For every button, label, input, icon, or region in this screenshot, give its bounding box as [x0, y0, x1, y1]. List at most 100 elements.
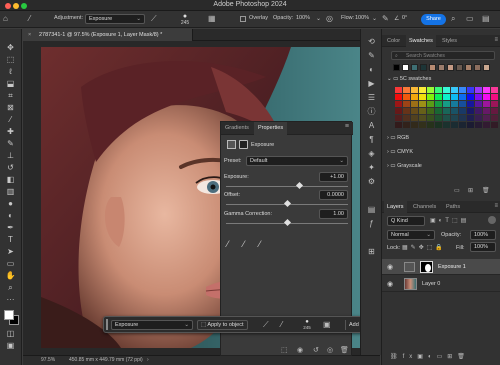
swatch-cell[interactable] [427, 115, 434, 121]
swatch-recent-7[interactable] [447, 64, 454, 71]
taskbar-mask-icon[interactable]: ▣ [323, 321, 331, 329]
taskbar-brush-icon[interactable]: ⟋ [263, 321, 269, 329]
swatch-cell[interactable] [491, 87, 498, 93]
panel-menu-icon[interactable]: ≡ [345, 123, 349, 130]
view-previous-state-icon[interactable]: ◉ [297, 346, 303, 354]
swatch-cell[interactable] [459, 94, 466, 100]
blur-tool-icon[interactable]: ● [3, 199, 18, 208]
flow-value[interactable]: 100% [355, 15, 369, 21]
taskbar-brush-mode-icon[interactable]: ⁄ [281, 321, 282, 329]
opacity-chevron-icon[interactable]: ⌄ [316, 15, 321, 23]
info-panel-icon[interactable]: ⓘ [366, 107, 377, 116]
swatch-cell[interactable] [475, 87, 482, 93]
panel-menu-icon[interactable]: ≡ [494, 203, 498, 209]
swatch-cell[interactable] [427, 122, 434, 128]
swatch-cell[interactable] [475, 108, 482, 114]
exposure-slider-thumb[interactable] [295, 181, 303, 190]
tab-gradients[interactable]: Gradients [221, 122, 253, 135]
swatch-cell[interactable] [467, 108, 474, 114]
swatch-cell[interactable] [459, 108, 466, 114]
swatch-cell[interactable] [475, 122, 482, 128]
swatch-cell[interactable] [403, 94, 410, 100]
channels-mixer-icon[interactable]: ⊞ [366, 247, 377, 256]
type-tool-icon[interactable]: T [3, 235, 18, 244]
eraser-tool-icon[interactable]: ◧ [3, 175, 18, 184]
swatch-cell[interactable] [435, 115, 442, 121]
rectangle-tool-icon[interactable]: ▭ [3, 259, 18, 268]
history-brush-tool-icon[interactable]: ↺ [3, 163, 18, 172]
swatch-grid[interactable] [395, 87, 498, 128]
swatch-cell[interactable] [395, 87, 402, 93]
swatch-cell[interactable] [475, 101, 482, 107]
swatch-recent-8[interactable] [456, 64, 463, 71]
filter-toggle[interactable] [488, 216, 496, 224]
swatch-recent-6[interactable] [438, 64, 445, 71]
swatch-cell[interactable] [491, 108, 498, 114]
swatch-cell[interactable] [411, 115, 418, 121]
swatch-folder-rgb[interactable]: › ▭ RGB [387, 133, 497, 144]
taskbar-brush-size[interactable]: ● 245 [300, 319, 314, 330]
new-group-icon[interactable]: ▭ [454, 187, 460, 194]
paragraph-panel-icon[interactable]: ¶ [366, 135, 377, 144]
swatch-cell[interactable] [427, 94, 434, 100]
swatches-search-field[interactable]: ⌕ Search Swatches [391, 51, 495, 60]
swatch-cell[interactable] [491, 101, 498, 107]
tab-layers[interactable]: Layers [384, 201, 407, 213]
gradient-tool-icon[interactable]: ▥ [3, 187, 18, 196]
layer-name[interactable]: Layer 0 [422, 281, 440, 287]
swatch-cell[interactable] [419, 101, 426, 107]
pen-tool-icon[interactable]: ✒ [3, 223, 18, 232]
swatch-cell[interactable] [491, 115, 498, 121]
document-tab[interactable]: × 2787341-1 @ 97.5% (Exposure 1, Layer M… [23, 29, 193, 41]
gray-point-eyedropper-icon[interactable]: ⁄ [243, 239, 245, 249]
glyphs-panel-icon[interactable]: ƒ [366, 219, 377, 228]
swatch-cell[interactable] [467, 101, 474, 107]
swatch-cell[interactable] [403, 115, 410, 121]
layer-name[interactable]: Exposure 1 [438, 264, 466, 270]
search-icon[interactable]: ⌕ [451, 15, 455, 23]
layer-comps-icon[interactable]: ▤ [366, 205, 377, 214]
exposure-slider-track[interactable] [226, 186, 348, 187]
object-selection-tool-icon[interactable]: ⬓ [3, 79, 18, 88]
swatch-cell[interactable] [451, 115, 458, 121]
close-tab-icon[interactable]: × [28, 29, 31, 41]
swatch-cell[interactable] [435, 122, 442, 128]
exposure-input[interactable]: +1.00 [319, 172, 348, 182]
apply-to-object-button[interactable]: ⬚ Apply to object [197, 320, 248, 330]
swatch-cell[interactable] [451, 122, 458, 128]
swatch-cell[interactable] [483, 101, 490, 107]
delete-icon[interactable]: 🗑 [340, 346, 349, 354]
swatch-cell[interactable] [395, 94, 402, 100]
swatch-cell[interactable] [475, 94, 482, 100]
play-actions-icon[interactable]: ▶ [366, 79, 377, 88]
tab-color[interactable]: Color [384, 35, 403, 47]
swatch-cell[interactable] [443, 108, 450, 114]
swatch-cell[interactable] [451, 108, 458, 114]
shapes-panel-icon[interactable]: ⚙ [366, 177, 377, 186]
layer-filter-icons[interactable]: ▣◐T⬚▤ [430, 217, 469, 224]
swatch-cell[interactable] [467, 87, 474, 93]
swatch-cell[interactable] [435, 94, 442, 100]
swatch-folder-cmyk[interactable]: › ▭ CMYK [387, 147, 497, 158]
swatch-recent-5[interactable] [429, 64, 436, 71]
brush-panel-icon[interactable]: ✎ [366, 51, 377, 60]
healing-brush-tool-icon[interactable]: ✚ [3, 127, 18, 136]
adjustments-panel-icon[interactable]: ◐ [366, 65, 377, 74]
angle-value[interactable]: 0° [402, 15, 407, 21]
adjustment-brush-tool-icon[interactable]: ⁄ [29, 15, 30, 23]
swatch-cell[interactable] [459, 101, 466, 107]
swatch-cell[interactable] [459, 87, 466, 93]
swatch-cell[interactable] [419, 94, 426, 100]
crop-tool-icon[interactable]: ⌗ [3, 91, 18, 100]
swatch-cell[interactable] [483, 122, 490, 128]
swatch-cell[interactable] [395, 101, 402, 107]
adjustment-select[interactable]: Exposure ⌄ [85, 14, 145, 24]
eye-icon[interactable]: ◉ [387, 263, 393, 271]
lock-icons[interactable]: ▦✎✥⬚🔒 [402, 244, 446, 251]
offset-slider-thumb[interactable] [283, 199, 291, 208]
brush-tool-icon[interactable]: ✎ [3, 139, 18, 148]
layer-opacity-input[interactable]: 100% [470, 230, 496, 240]
opacity-value[interactable]: 100% [296, 15, 310, 21]
tab-properties[interactable]: Properties [254, 122, 288, 135]
swatch-cell[interactable] [411, 122, 418, 128]
